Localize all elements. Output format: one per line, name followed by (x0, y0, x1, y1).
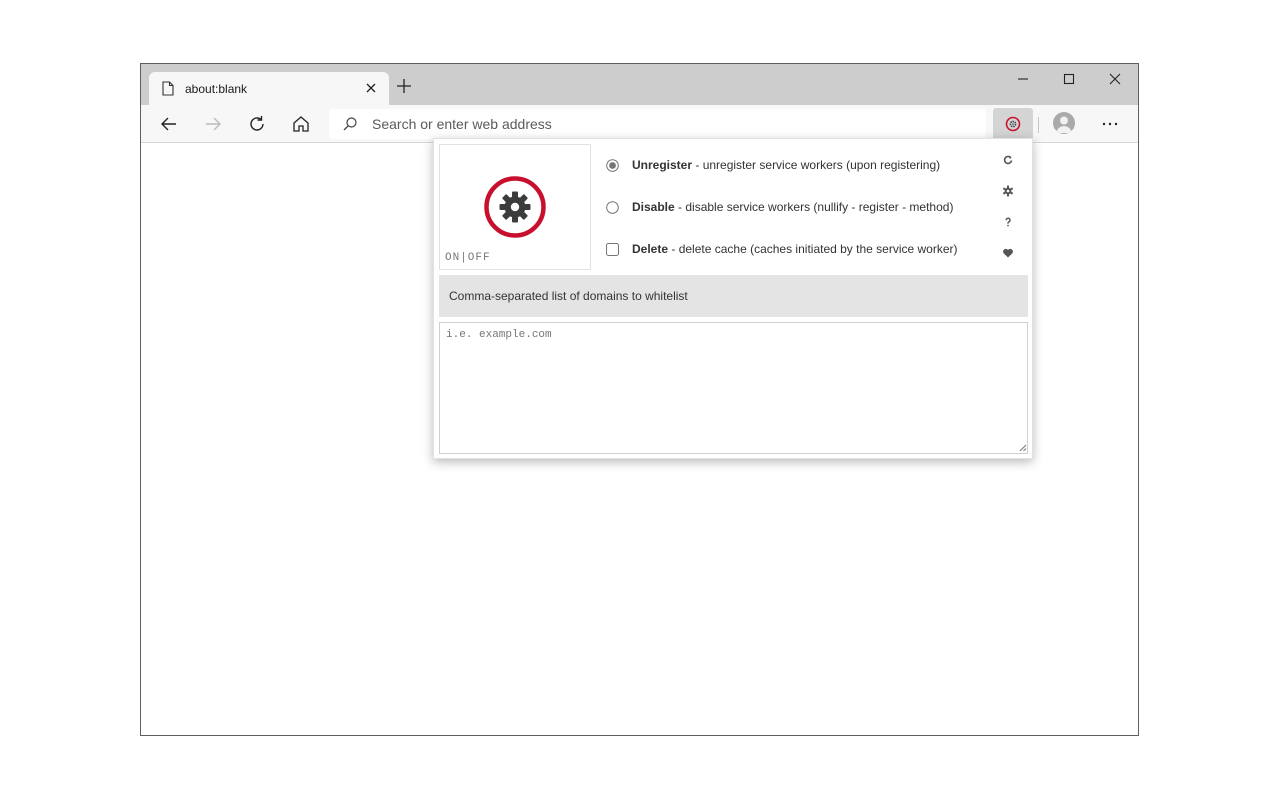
forward-icon[interactable] (202, 113, 224, 135)
option-name: Unregister (632, 158, 693, 172)
search-icon (343, 117, 357, 131)
option-desc: - disable service workers (nullify - reg… (674, 200, 954, 214)
unregister-radio[interactable] (606, 158, 619, 172)
close-window-icon[interactable] (1107, 71, 1123, 87)
whitelist-label: Comma-separated list of domains to white… (449, 289, 688, 303)
question-icon[interactable] (1002, 216, 1014, 228)
delete-checkbox[interactable] (606, 242, 619, 256)
refresh-icon[interactable] (1002, 154, 1014, 166)
maximize-icon[interactable] (1061, 71, 1077, 87)
address-bar[interactable] (329, 109, 986, 139)
person-icon (1056, 116, 1072, 133)
gear-icon[interactable] (1002, 185, 1014, 197)
tab-strip: about:blank (141, 64, 1138, 105)
extension-popup: ON|OFF Unregister - unregister service w… (433, 138, 1033, 459)
tab-title: about:blank (185, 82, 248, 96)
minimize-icon[interactable] (1015, 71, 1031, 87)
option-name: Disable (632, 200, 675, 214)
refresh-icon[interactable] (246, 113, 268, 135)
option-desc: - delete cache (caches initiated by the … (668, 242, 958, 256)
back-icon[interactable] (158, 113, 180, 135)
toolbar-separator (1038, 117, 1039, 133)
resize-grip-icon[interactable] (1018, 443, 1027, 452)
disable-radio[interactable] (606, 200, 619, 214)
on-off-toggle[interactable]: ON|OFF (439, 144, 591, 270)
more-menu-icon[interactable] (1099, 113, 1121, 135)
home-icon[interactable] (290, 113, 312, 135)
option-name: Delete (632, 242, 669, 256)
option-desc: - unregister service workers (upon regis… (692, 158, 941, 172)
heart-icon[interactable] (1002, 247, 1014, 259)
service-worker-extension-icon (1005, 116, 1021, 132)
close-tab-icon[interactable] (364, 81, 378, 95)
option-unregister[interactable]: Unregister - unregister service workers … (606, 158, 940, 172)
extension-button[interactable] (993, 108, 1033, 140)
on-off-label: ON|OFF (445, 252, 491, 264)
new-tab-icon[interactable] (396, 78, 412, 94)
option-disable[interactable]: Disable - disable service workers (nulli… (606, 200, 953, 214)
tab-about-blank[interactable]: about:blank (149, 72, 389, 105)
gear-toggle-icon (484, 176, 546, 238)
page-icon (162, 81, 174, 96)
option-delete[interactable]: Delete - delete cache (caches initiated … (606, 242, 958, 256)
address-input[interactable] (372, 113, 972, 135)
whitelist-header: Comma-separated list of domains to white… (439, 275, 1028, 317)
profile-avatar[interactable] (1053, 112, 1075, 134)
whitelist-textarea[interactable] (439, 322, 1028, 454)
